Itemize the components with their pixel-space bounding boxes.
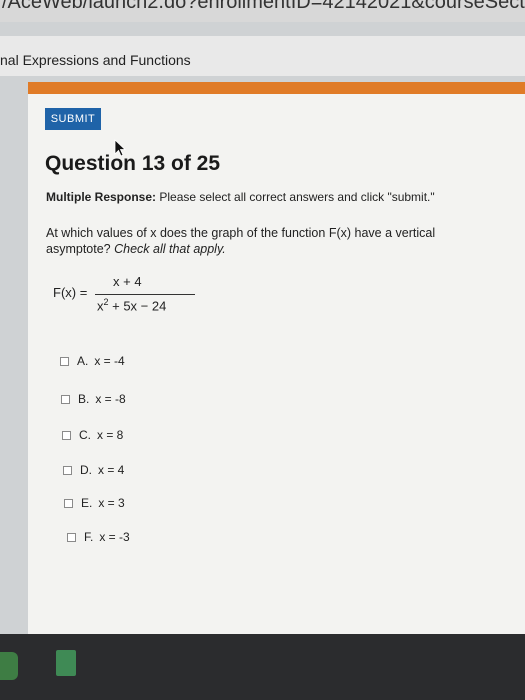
option-text: x = 3: [98, 496, 125, 510]
checkbox[interactable]: [67, 532, 76, 542]
option-text: x = 8: [97, 428, 124, 442]
option-f[interactable]: F. x = -3: [67, 528, 130, 546]
checkbox[interactable]: [60, 356, 69, 366]
option-text: x = 4: [98, 463, 125, 477]
formula-lhs: F(x) =: [53, 285, 88, 300]
checkbox[interactable]: [64, 498, 73, 508]
browser-url-bar[interactable]: /AceWeb/launch2.do?enrollmentID=42142021…: [0, 0, 525, 23]
taskbar: [0, 634, 525, 700]
checkbox[interactable]: [63, 465, 72, 475]
option-c[interactable]: C. x = 8: [62, 426, 123, 444]
response-type-label: Multiple Response:: [46, 190, 157, 204]
instructions-text: Please select all correct answers and cl…: [156, 190, 435, 204]
prompt-italic: Check all that apply.: [114, 242, 226, 256]
option-letter: F.: [84, 530, 94, 544]
checkbox[interactable]: [61, 394, 70, 404]
prompt-text: At which values of x does the graph of t…: [46, 226, 436, 256]
submit-button[interactable]: SUBMIT: [45, 108, 101, 130]
accent-bar: [28, 82, 525, 94]
formula-numerator: x + 4: [113, 274, 142, 289]
option-letter: B.: [78, 392, 90, 406]
browser-app-icon[interactable]: [0, 652, 18, 680]
question-prompt: At which values of x does the graph of t…: [46, 225, 466, 257]
checkbox[interactable]: [62, 430, 71, 440]
option-letter: E.: [81, 496, 93, 510]
den-rest: + 5x − 24: [108, 298, 167, 314]
question-title: Question 13 of 25: [45, 152, 221, 175]
option-text: x = -4: [94, 354, 125, 368]
option-d[interactable]: D. x = 4: [63, 461, 124, 479]
option-text: x = -8: [95, 392, 126, 406]
question-card: SUBMIT Question 13 of 25 Multiple Respon…: [28, 94, 525, 634]
spreadsheet-app-icon[interactable]: [56, 650, 76, 676]
url-text: /AceWeb/launch2.do?enrollmentID=42142021…: [2, 0, 525, 13]
function-formula: F(x) = x + 4 x2 + 5x − 24: [53, 274, 253, 324]
option-b[interactable]: B. x = -8: [61, 390, 126, 408]
instructions: Multiple Response: Please select all cor…: [46, 190, 435, 204]
option-e[interactable]: E. x = 3: [64, 494, 125, 512]
option-letter: C.: [79, 428, 91, 442]
option-letter: A.: [77, 354, 89, 368]
option-text: x = -3: [99, 530, 130, 544]
option-a[interactable]: A. x = -4: [60, 352, 125, 370]
option-letter: D.: [80, 463, 92, 477]
fraction-bar: [95, 294, 195, 295]
course-title: nal Expressions and Functions: [0, 52, 191, 68]
page-frame: nal Expressions and Functions SUBMIT Que…: [0, 22, 525, 634]
formula-denominator: x2 + 5x − 24: [97, 297, 166, 313]
